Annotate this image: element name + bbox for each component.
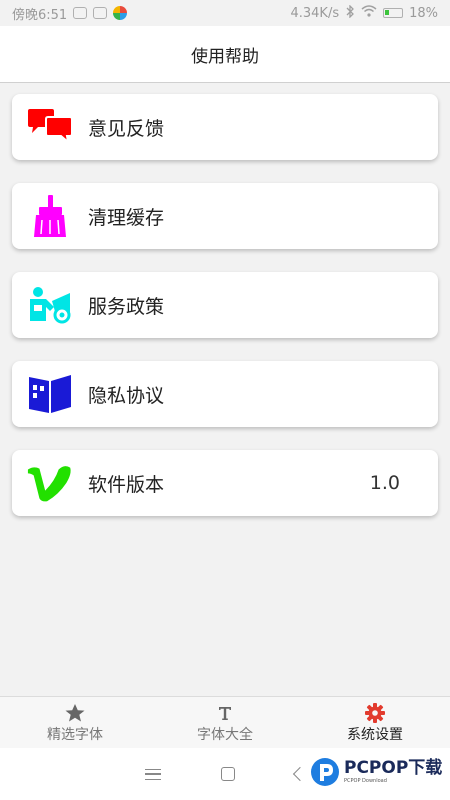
menu-item-label: 软件版本 <box>88 473 165 496</box>
menu-item-label: 意见反馈 <box>88 117 165 140</box>
nav-label: 字体大全 <box>197 727 253 743</box>
status-left: 傍晚6:51 <box>12 4 128 23</box>
menu-icon[interactable] <box>145 768 161 780</box>
watermark-sub: PCPOP Download <box>344 778 387 784</box>
menu-item-software-version[interactable]: 软件版本 1.0 <box>12 450 438 516</box>
nav-featured-fonts[interactable]: 精选字体 <box>0 697 150 749</box>
bluetooth-icon <box>345 3 355 22</box>
menu-item-label: 服务政策 <box>88 295 165 318</box>
service-policy-icon <box>26 283 74 327</box>
version-v-icon <box>26 461 74 505</box>
message-icon <box>73 7 88 19</box>
menu-item-label: 隐私协议 <box>88 384 165 407</box>
watermark: PCPOP下载 PCPOP Download <box>310 757 442 787</box>
nav-all-fonts[interactable]: 字体大全 <box>150 697 300 749</box>
home-icon[interactable] <box>221 767 235 781</box>
wifi-icon <box>361 5 377 21</box>
status-bar: 傍晚6:51 4.34K/s 18% <box>0 0 450 26</box>
nav-label: 精选字体 <box>47 727 103 743</box>
gear-icon <box>364 702 386 724</box>
status-right: 4.34K/s 18% <box>290 3 438 22</box>
page-header: 使用帮助 <box>0 26 450 83</box>
menu-item-privacy[interactable]: 隐私协议 <box>12 361 438 427</box>
network-speed: 4.34K/s <box>290 5 340 21</box>
battery-percent: 18% <box>409 5 438 21</box>
feedback-icon <box>26 105 74 149</box>
pcpop-logo-icon <box>311 758 339 786</box>
nav-system-settings[interactable]: 系统设置 <box>300 697 450 749</box>
image-icon <box>93 7 108 19</box>
privacy-book-icon <box>26 372 74 416</box>
bottom-nav: 精选字体 字体大全 系统设置 <box>0 696 450 749</box>
watermark-brand: PCPOP下载 <box>344 758 443 778</box>
menu-item-service-policy[interactable]: 服务政策 <box>12 272 438 338</box>
menu-item-feedback[interactable]: 意见反馈 <box>12 94 438 160</box>
text-t-icon <box>217 702 233 724</box>
menu-item-clear-cache[interactable]: 清理缓存 <box>12 183 438 249</box>
app-notification-icon <box>113 6 128 20</box>
menu-item-label: 清理缓存 <box>88 206 165 229</box>
broom-icon <box>26 194 74 238</box>
status-time: 傍晚6:51 <box>12 7 68 23</box>
back-icon[interactable] <box>292 766 308 782</box>
star-icon <box>64 702 86 724</box>
nav-label: 系统设置 <box>347 727 403 743</box>
page-title: 使用帮助 <box>191 46 259 67</box>
version-number: 1.0 <box>369 472 400 494</box>
battery-icon <box>383 8 404 18</box>
